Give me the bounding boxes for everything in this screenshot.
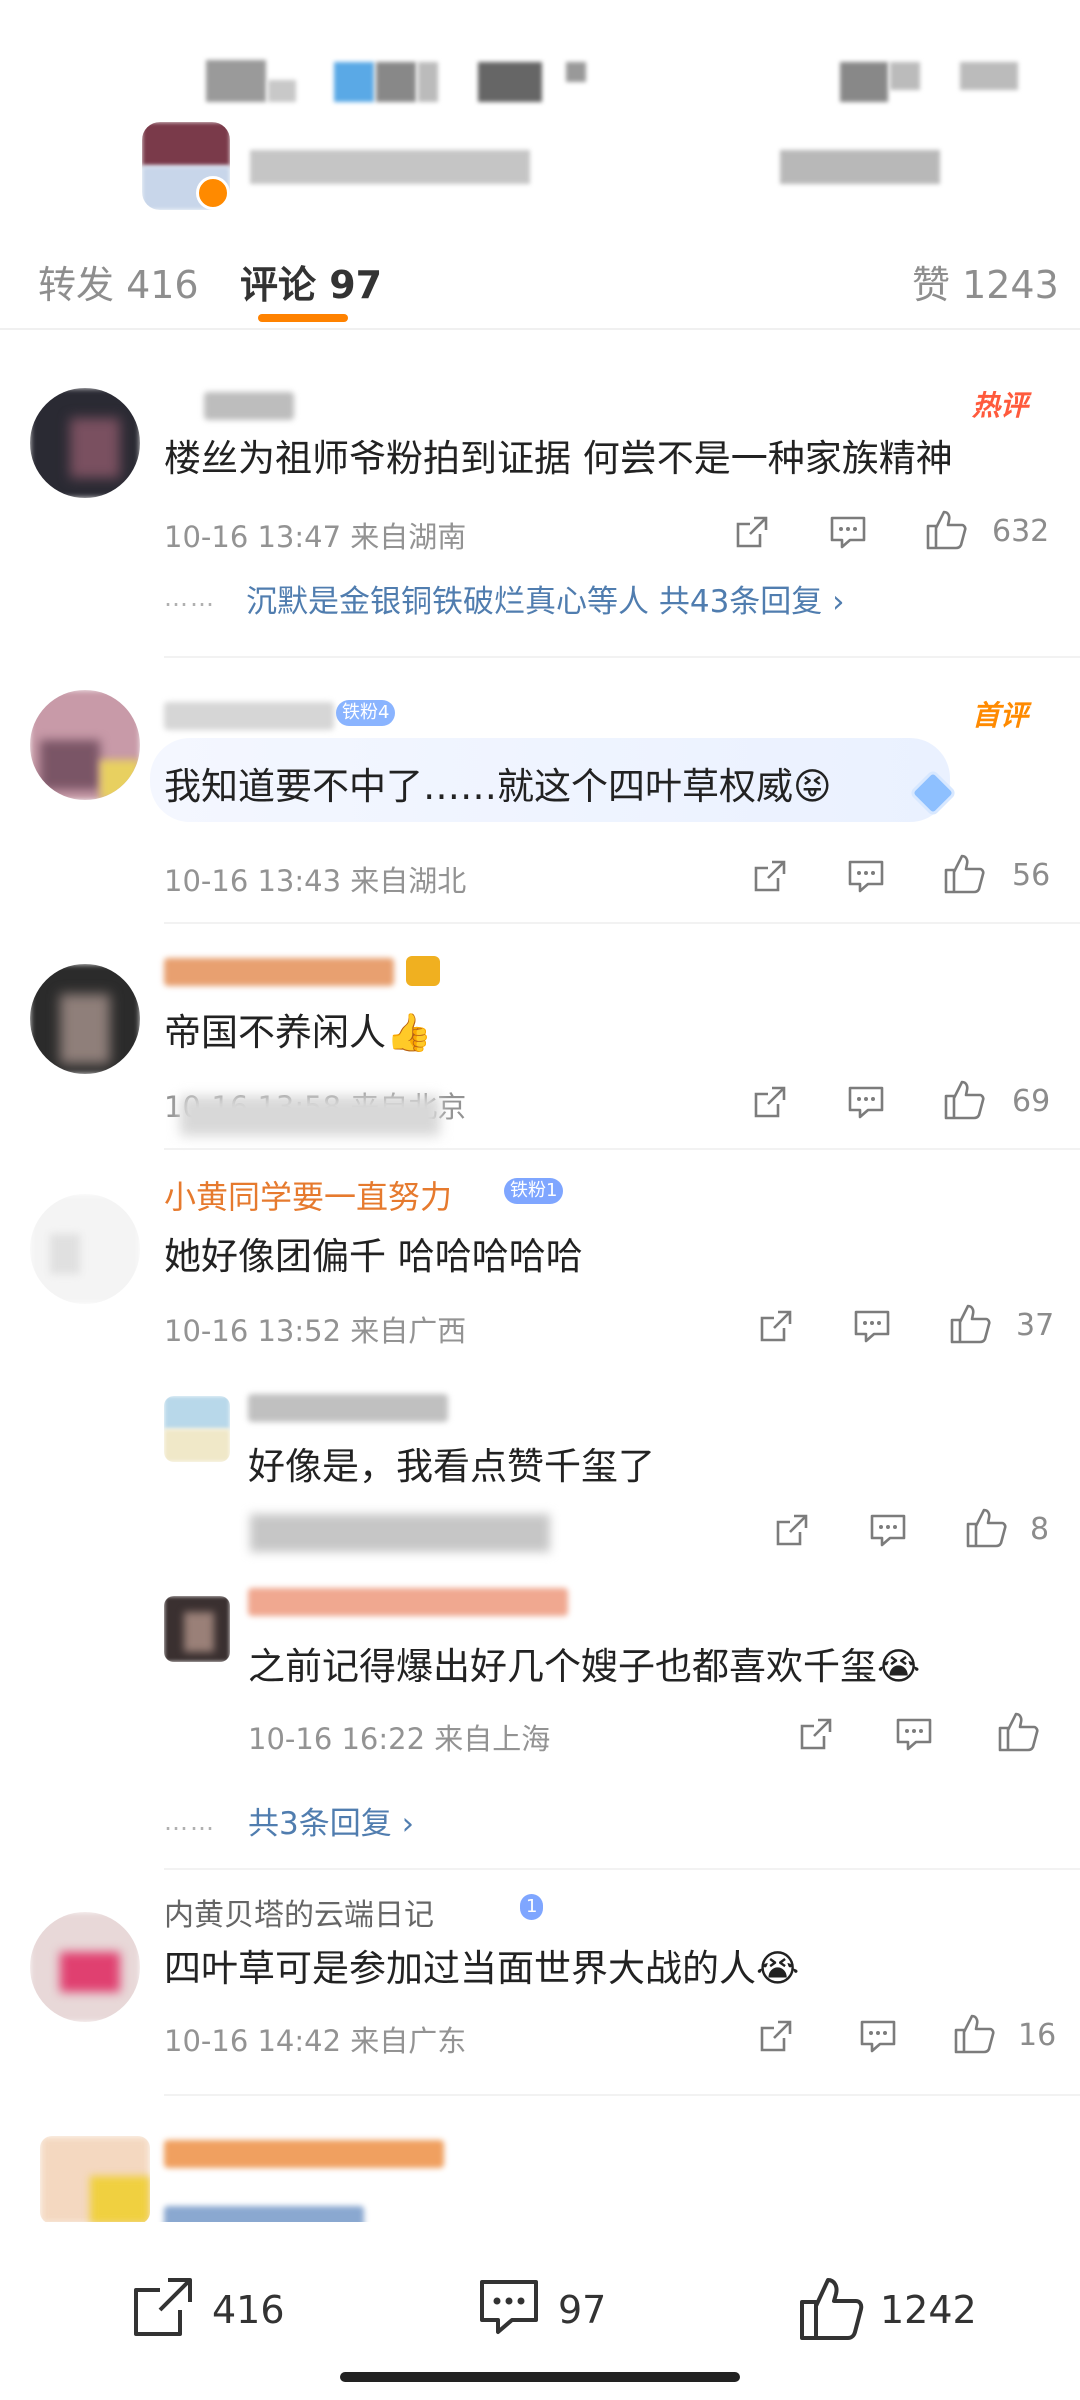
username-blurred[interactable] (164, 2140, 444, 2168)
comment-tabs: 转发 416 评论 97 赞 1243 (0, 222, 1080, 330)
comment-button[interactable]: 97 (476, 2274, 696, 2344)
like-icon[interactable] (942, 852, 986, 896)
comment-icon[interactable] (846, 1082, 886, 1122)
avatar[interactable] (40, 2136, 150, 2224)
active-tab-indicator (258, 314, 348, 322)
like-icon[interactable] (996, 1710, 1040, 1754)
divider (164, 656, 1080, 658)
view-replies-link[interactable]: 共3条回复 › (248, 1798, 414, 1843)
home-indicator[interactable] (340, 2372, 740, 2382)
reply-text: 之前记得爆出好几个嫂子也都喜欢千玺😭 (248, 1645, 921, 1688)
like-count: 37 (1016, 1308, 1055, 1343)
first-comment-badge: 首评 (972, 699, 1029, 732)
fan-badge: 铁粉4 (336, 700, 396, 726)
post-header (0, 0, 1080, 220)
avatar[interactable] (164, 1596, 230, 1662)
blur-overlay (180, 1096, 440, 1136)
tab-repost[interactable]: 转发 416 (38, 254, 199, 309)
like-count: 56 (1012, 858, 1051, 893)
comment-icon (480, 2280, 538, 2334)
divider (164, 922, 1080, 924)
avatar[interactable] (30, 690, 140, 800)
comment-meta: 10-16 13:43 来自湖北 (164, 864, 467, 898)
share-icon[interactable] (750, 856, 790, 896)
username-blurred[interactable] (164, 958, 394, 986)
comment-item: 帝国不养闲人👍 10-16 13:58 来自北京 69 (0, 940, 1080, 1140)
reply-text: 好像是，我看点赞千玺了 (248, 1445, 655, 1488)
avatar[interactable] (164, 1396, 230, 1462)
comment-text: 四叶草可是参加过当面世界大战的人😭 (164, 1947, 800, 1990)
comment-item (0, 2114, 1080, 2234)
like-count: 8 (1030, 1512, 1050, 1547)
replies-dots: …… (164, 1808, 216, 1836)
username-blurred[interactable] (204, 392, 294, 420)
like-icon[interactable] (942, 1078, 986, 1122)
share-icon[interactable] (772, 1510, 812, 1550)
comment-item: 小黄同学要一直努力 铁粉1 她好像团偏千 哈哈哈哈哈 10-16 13:52 来… (0, 1170, 1080, 1850)
avatar[interactable] (30, 1912, 140, 2022)
username-blurred[interactable] (164, 702, 334, 730)
crown-icon (406, 956, 440, 986)
share-icon (134, 2278, 192, 2336)
fan-badge: 1 (520, 1894, 544, 1920)
blurred-title (206, 60, 266, 102)
share-icon[interactable] (732, 512, 772, 552)
repost-button[interactable]: 416 (130, 2274, 350, 2344)
comment-text: 帝国不养闲人👍 (164, 1011, 433, 1054)
like-count: 1242 (880, 2288, 977, 2332)
avatar[interactable] (30, 964, 140, 1074)
blurred-meta (250, 1514, 550, 1552)
comment-meta: 10-16 13:52 来自广西 (164, 1314, 467, 1348)
comment-meta: 10-16 14:42 来自广东 (164, 2024, 467, 2058)
like-icon[interactable] (924, 508, 968, 552)
replies-dots: …… (164, 584, 216, 612)
comment-meta: 10-16 13:47 来自湖南 (164, 520, 467, 554)
like-count: 69 (1012, 1084, 1051, 1119)
sub-reply: 之前记得爆出好几个嫂子也都喜欢千玺😭 10-16 16:22 来自上海 (0, 1588, 1080, 1758)
comment-count: 97 (558, 2288, 607, 2332)
repost-count: 416 (212, 2288, 285, 2332)
like-count: 632 (992, 514, 1050, 549)
username-blurred[interactable] (248, 1394, 448, 1422)
like-icon (800, 2278, 864, 2340)
share-icon[interactable] (756, 2016, 796, 2056)
reply-meta: 10-16 16:22 来自上海 (248, 1722, 551, 1756)
divider (164, 2094, 1080, 2096)
comment-text: 我知道要不中了……就这个四叶草权威😝 (164, 765, 832, 808)
comment-icon[interactable] (894, 1714, 934, 1754)
comment-item: 内黄贝塔的云端日记 1 四叶草可是参加过当面世界大战的人😭 10-16 14:4… (0, 1890, 1080, 2080)
divider (164, 1868, 1080, 1870)
avatar[interactable] (30, 388, 140, 498)
divider (164, 1148, 1080, 1150)
sub-reply: 好像是，我看点赞千玺了 8 (0, 1388, 1080, 1552)
username[interactable]: 小黄同学要一直努力 (164, 1172, 452, 1218)
like-icon[interactable] (952, 2012, 996, 2056)
comment-icon[interactable] (868, 1510, 908, 1550)
comment-item: 热评 楼丝为祖师爷粉拍到证据 何尝不是一种家族精神 10-16 13:47 来自… (0, 370, 1080, 660)
comment-icon[interactable] (846, 856, 886, 896)
username-blurred[interactable] (248, 1588, 568, 1616)
verified-icon (196, 176, 230, 210)
comment-text: 楼丝为祖师爷粉拍到证据 何尝不是一种家族精神 (164, 437, 953, 480)
comment-icon[interactable] (858, 2016, 898, 2056)
avatar[interactable] (30, 1194, 140, 1304)
view-replies-link[interactable]: 沉默是金银铜铁破烂真心等人 共43条回复 › (246, 576, 845, 621)
fan-badge: 铁粉1 (504, 1178, 564, 1204)
comment-text: 她好像团偏千 哈哈哈哈哈 (164, 1235, 583, 1278)
like-count: 16 (1018, 2018, 1057, 2053)
share-icon[interactable] (756, 1306, 796, 1346)
share-icon[interactable] (750, 1082, 790, 1122)
comment-icon[interactable] (828, 512, 868, 552)
comment-item: 铁粉4 首评 我知道要不中了……就这个四叶草权威😝 10-16 13:43 来自… (0, 680, 1080, 910)
comment-icon[interactable] (852, 1306, 892, 1346)
tab-likes[interactable]: 赞 1243 (912, 254, 1059, 309)
hot-comment-badge: 热评 (972, 389, 1029, 422)
share-icon[interactable] (796, 1714, 836, 1754)
username[interactable]: 内黄贝塔的云端日记 (164, 1890, 434, 1934)
like-button[interactable]: 1242 (796, 2274, 1036, 2344)
like-icon[interactable] (948, 1302, 992, 1346)
like-icon[interactable] (964, 1506, 1008, 1550)
tab-comments[interactable]: 评论 97 (240, 254, 382, 309)
